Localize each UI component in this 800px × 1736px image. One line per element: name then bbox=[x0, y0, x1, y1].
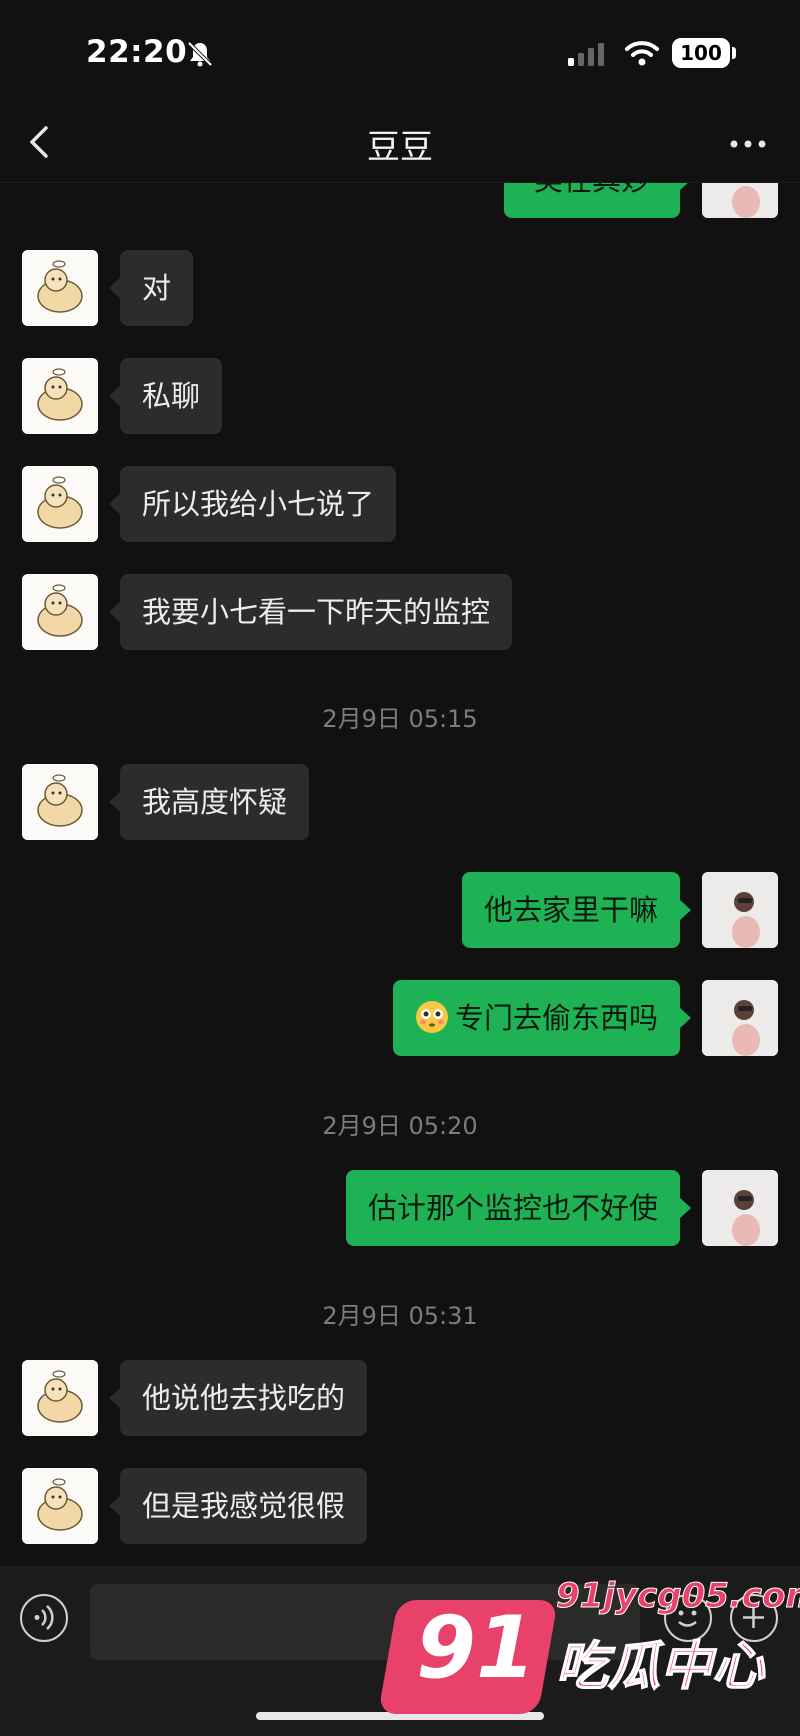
message-row-outgoing: 估计那个监控也不好使 bbox=[0, 1170, 800, 1246]
message-row-incoming: 私聊 bbox=[0, 358, 800, 434]
my-avatar[interactable] bbox=[702, 980, 778, 1056]
message-bubble-incoming[interactable]: 他说他去找吃的 bbox=[108, 1360, 368, 1436]
message-bubble-incoming[interactable]: 我要小七看一下昨天的监控 bbox=[108, 574, 513, 650]
chat-header: 豆豆 bbox=[0, 100, 800, 183]
message-row-outgoing: 专门去偷东西吗 bbox=[0, 980, 800, 1056]
contact-avatar[interactable] bbox=[22, 1468, 98, 1544]
my-avatar[interactable] bbox=[702, 872, 778, 948]
contact-avatar[interactable] bbox=[22, 1360, 98, 1436]
message-row-incoming: 他说他去找吃的 bbox=[0, 1360, 800, 1436]
contact-avatar[interactable] bbox=[22, 764, 98, 840]
battery-indicator: 100 bbox=[672, 38, 730, 68]
watermark-domain: 91jycg05.com bbox=[556, 1576, 800, 1617]
message-row-incoming: 我要小七看一下昨天的监控 bbox=[0, 574, 800, 650]
contact-avatar[interactable] bbox=[22, 250, 98, 326]
message-row-incoming: 对 bbox=[0, 250, 800, 326]
timestamp: 2月9日 05:20 bbox=[322, 1112, 478, 1140]
more-dots-icon[interactable] bbox=[728, 138, 768, 150]
message-row-incoming: 所以我给小七说了 bbox=[0, 466, 800, 542]
contact-avatar[interactable] bbox=[22, 466, 98, 542]
contact-avatar[interactable] bbox=[22, 358, 98, 434]
voice-button[interactable] bbox=[20, 1594, 68, 1642]
message-text: 专门去偷东西吗 bbox=[454, 1001, 658, 1035]
status-time: 22:20 bbox=[86, 34, 188, 70]
message-bubble-outgoing[interactable]: 估计那个监控也不好使 bbox=[345, 1170, 692, 1246]
chat-title: 豆豆 bbox=[367, 127, 433, 166]
battery-tip bbox=[732, 47, 736, 59]
message-bubble-incoming[interactable]: 对 bbox=[108, 250, 194, 326]
mute-bell-icon bbox=[187, 41, 213, 67]
message-bubble-incoming[interactable]: 私聊 bbox=[108, 358, 223, 434]
message-row-outgoing: 他去家里干嘛 bbox=[0, 872, 800, 948]
message-row-incoming: 但是我感觉很假 bbox=[0, 1468, 800, 1544]
message-bubble-incoming[interactable]: 所以我给小七说了 bbox=[108, 466, 397, 542]
message-bubble-incoming[interactable]: 但是我感觉很假 bbox=[108, 1468, 368, 1544]
timestamp: 2月9日 05:15 bbox=[322, 705, 478, 733]
message-bubble-outgoing[interactable]: 他去家里干嘛 bbox=[461, 872, 692, 948]
watermark-number: 91 bbox=[416, 1598, 536, 1698]
cellular-signal-icon bbox=[568, 43, 604, 66]
voice-icon bbox=[34, 1605, 54, 1630]
message-bubble-outgoing[interactable]: 专门去偷东西吗 bbox=[392, 980, 692, 1056]
status-bar: 22:20 100 bbox=[0, 0, 800, 100]
flushed-face-emoji bbox=[415, 1001, 448, 1033]
my-avatar[interactable] bbox=[702, 1170, 778, 1246]
message-bubble-incoming[interactable]: 我高度怀疑 bbox=[108, 764, 310, 840]
wifi-icon bbox=[625, 41, 659, 66]
contact-avatar[interactable] bbox=[22, 574, 98, 650]
message-list[interactable]: 美在其妙 对 私聊 所以我给小七说了 我要小七看一下昨天的监控 2月9日 05:… bbox=[0, 0, 800, 1566]
timestamp: 2月9日 05:31 bbox=[322, 1302, 478, 1330]
message-row-incoming: 我高度怀疑 bbox=[0, 764, 800, 840]
watermark-name: 吃瓜中心 bbox=[555, 1636, 765, 1698]
